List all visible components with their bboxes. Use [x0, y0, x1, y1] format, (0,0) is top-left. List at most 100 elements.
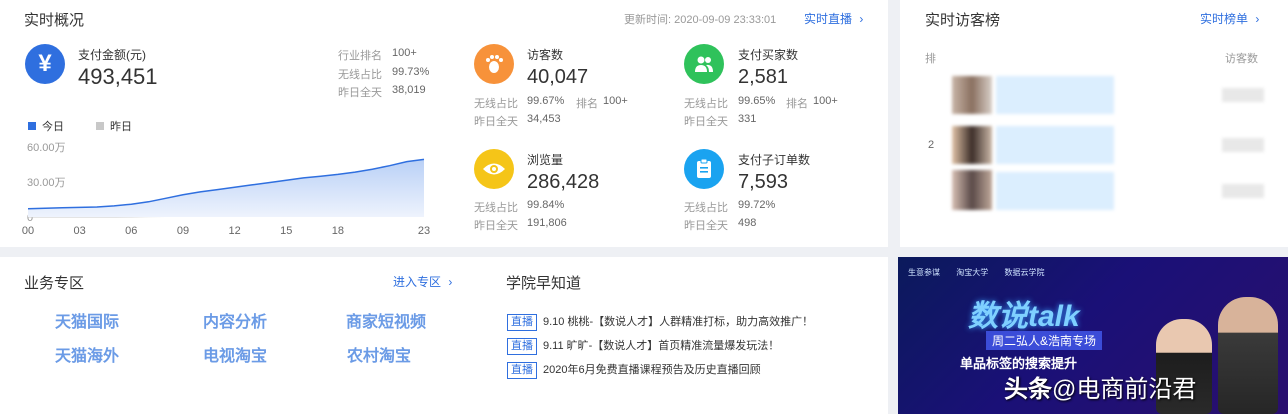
suborders-wireless-value: 99.72% [738, 199, 776, 211]
watermark: 头条@电商前沿君 [1004, 376, 1197, 403]
x-tick-label: 23 [418, 225, 430, 237]
suborders-yesterday-label: 昨日全天 [684, 220, 728, 232]
buyers-wireless-label: 无线占比 [684, 98, 728, 110]
buyers-rank-label: 排名 [786, 98, 808, 110]
biz-link-tmall-overseas[interactable]: 天猫海外 [55, 342, 119, 366]
buyers-yesterday-label: 昨日全天 [684, 116, 728, 128]
product-thumbnail [952, 126, 992, 164]
biz-link-tv-taobao[interactable]: 电视淘宝 [203, 342, 267, 366]
industry-rank-value: 100+ [392, 47, 417, 59]
product-title-blurred [996, 126, 1114, 164]
product-title-blurred [996, 76, 1114, 114]
biz-link-tmall-global[interactable]: 天猫国际 [55, 308, 119, 332]
x-tick-label: 03 [74, 225, 86, 237]
update-time-value: 2020-09-09 23:33:01 [674, 14, 777, 26]
business-panel: 业务专区 进入专区 › 天猫国际 内容分析 商家短视频 天猫海外 电视淘宝 农村… [0, 257, 888, 414]
academy-news-item[interactable]: 直播 9.11 旷旷-【数说人才】首页精准流量爆发玩法！ [507, 337, 779, 355]
x-tick-label: 00 [22, 225, 34, 237]
live-link[interactable]: 实时直播 › [804, 10, 863, 27]
buyers-yesterday-value: 331 [738, 113, 757, 125]
pageviews-yesterday-value: 191,806 [527, 217, 567, 229]
legend-yesterday-swatch [96, 122, 104, 130]
enter-zone-link-label: 进入专区 [393, 275, 442, 289]
realtime-title: 实时概况 [24, 12, 85, 29]
buyers-label: 支付买家数 [738, 48, 799, 62]
visitors-yesterday-value: 34,453 [527, 113, 561, 125]
x-tick-label: 18 [332, 225, 344, 237]
visitors-rank-value: 100+ [603, 95, 628, 107]
pageviews-yesterday-label: 昨日全天 [474, 220, 518, 232]
biz-link-content-analysis[interactable]: 内容分析 [203, 308, 267, 332]
pay-wireless-value: 99.73% [392, 66, 430, 78]
visitors-yesterday-label: 昨日全天 [474, 116, 518, 128]
realtime-overview-panel: 实时概况 更新时间: 2020-09-09 23:33:01 实时直播 › ¥ … [0, 0, 888, 247]
academy-title: 学院早知道 [506, 275, 582, 292]
live-tag: 直播 [507, 362, 537, 379]
x-tick-label: 06 [125, 225, 137, 237]
rank-list-link[interactable]: 实时榜单 › [1200, 10, 1259, 27]
x-tick-label: 12 [228, 225, 240, 237]
visitor-count-blurred [1222, 138, 1264, 152]
business-title: 业务专区 [24, 275, 85, 292]
live-tag: 直播 [507, 338, 537, 355]
biz-link-rural-taobao[interactable]: 农村淘宝 [347, 342, 411, 366]
promo-banner[interactable]: 生意参谋 淘宝大学 数据云学院 数说talk 周二弘人&浩南专场 单品标签的搜索… [898, 257, 1288, 414]
chevron-right-icon: › [859, 12, 864, 26]
live-tag: 直播 [507, 314, 537, 331]
enter-zone-link[interactable]: 进入专区 › [393, 273, 452, 290]
eye-icon [474, 149, 514, 189]
biz-link-short-video[interactable]: 商家短视频 [346, 308, 426, 332]
live-link-label: 实时直播 [804, 12, 853, 26]
suborders-wireless-label: 无线占比 [684, 202, 728, 214]
suborders-label: 支付子订单数 [738, 153, 811, 167]
y-tick-label: 30.00万 [27, 177, 66, 189]
buyers-rank-value: 100+ [813, 95, 838, 107]
realtime-chart: 60.00万30.00万000 03 06 09 12 15 18 23 [22, 142, 430, 237]
pageviews-wireless-value: 99.84% [527, 199, 565, 211]
product-title-blurred [996, 172, 1114, 210]
pay-yesterday-value: 38,019 [392, 84, 426, 96]
news-text: 9.10 桃桃-【数说人才】人群精准打标，助力高效推广！ [543, 316, 814, 328]
industry-rank-label: 行业排名 [338, 50, 382, 62]
legend-yesterday[interactable]: 昨日 [96, 118, 132, 134]
buyers-icon [684, 44, 724, 84]
suborders-yesterday-value: 498 [738, 217, 757, 229]
legend-today[interactable]: 今日 [28, 118, 64, 134]
buyers-value: 2,581 [738, 66, 789, 88]
banner-headline: 数说talk [968, 300, 1080, 333]
yuan-icon: ¥ [25, 44, 65, 84]
academy-news-item[interactable]: 直播 2020年6月免费直播课程预告及历史直播回顾 [507, 361, 761, 379]
banner-logo: 生意参谋 [908, 268, 940, 277]
visitors-col-header: 访客数 [1225, 53, 1258, 65]
pay-amount-value: 493,451 [78, 64, 158, 89]
rank-col-header: 排 [925, 53, 936, 65]
chevron-right-icon: › [1255, 12, 1260, 26]
x-tick-label: 09 [177, 225, 189, 237]
product-thumbnail [952, 170, 992, 210]
visitors-wireless-value: 99.67% [527, 95, 565, 107]
pageviews-label: 浏览量 [527, 153, 564, 167]
pageviews-wireless-label: 无线占比 [474, 202, 518, 214]
news-text: 2020年6月免费直播课程预告及历史直播回顾 [543, 364, 761, 376]
y-tick-label: 60.00万 [27, 142, 66, 154]
product-thumbnail [952, 76, 992, 114]
chevron-right-icon: › [448, 275, 453, 289]
visitors-value: 40,047 [527, 66, 589, 88]
pay-amount-label: 支付金额(元) [78, 48, 146, 62]
academy-news-item[interactable]: 直播 9.10 桃桃-【数说人才】人群精准打标，助力高效推广！ [507, 313, 813, 331]
buyers-wireless-value: 99.65% [738, 95, 776, 107]
visitors-wireless-label: 无线占比 [474, 98, 518, 110]
banner-logo: 数据云学院 [1004, 268, 1045, 277]
visitors-label: 访客数 [527, 48, 564, 62]
banner-logo: 淘宝大学 [956, 268, 989, 277]
x-tick-label: 15 [280, 225, 292, 237]
visitor-ranking-panel: 实时访客榜 实时榜单 › 排 访客数 2 [900, 0, 1288, 247]
visitor-count-blurred [1222, 88, 1264, 102]
banner-subtitle: 周二弘人&浩南专场 [986, 331, 1103, 350]
legend-today-swatch [28, 122, 36, 130]
rank-list-link-label: 实时榜单 [1200, 12, 1249, 26]
visitors-rank-label: 排名 [576, 98, 598, 110]
footprint-icon [474, 44, 514, 84]
news-text: 9.11 旷旷-【数说人才】首页精准流量爆发玩法！ [543, 340, 780, 352]
presenter-figure [1218, 297, 1278, 414]
